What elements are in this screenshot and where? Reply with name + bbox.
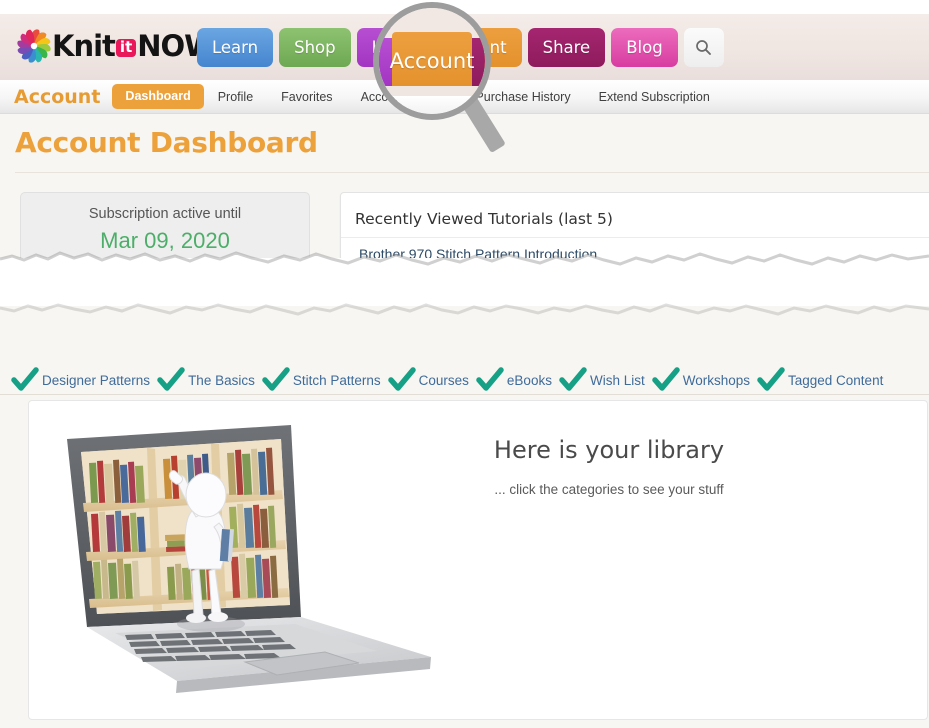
nav-share-button[interactable]: Share: [527, 28, 606, 67]
subnav-title: Account: [14, 85, 101, 108]
account-subnav: Account Dashboard Profile Favorites Acco…: [0, 80, 929, 114]
subscription-label: Subscription active until: [88, 206, 242, 222]
nav-learn-button[interactable]: Learn: [197, 28, 274, 67]
check-mark-icon: [475, 365, 505, 395]
check-mark-icon: [558, 365, 588, 395]
category-label: The Basics: [188, 372, 255, 388]
check-mark-icon: [651, 365, 681, 395]
nav-blog-button[interactable]: Blog: [611, 28, 678, 67]
search-button[interactable]: [683, 28, 724, 67]
subnav-item-extend-subscription[interactable]: Extend Subscription: [585, 90, 724, 104]
subscription-card: Subscription active until Mar 09, 2020 E…: [20, 192, 310, 312]
check-mark-icon: [261, 365, 291, 395]
subnav-item-purchase-history[interactable]: Purchase History: [461, 90, 584, 104]
search-icon: [695, 39, 712, 56]
category-link-stitch-patterns[interactable]: Stitch Patterns: [261, 365, 381, 395]
category-link-courses[interactable]: Courses: [387, 365, 469, 395]
library-panel: Here is your library ... click the categ…: [28, 400, 928, 720]
subnav-item-profile[interactable]: Profile: [204, 90, 267, 104]
library-message: Here is your library ... click the categ…: [459, 436, 759, 497]
category-link-tagged-content[interactable]: Tagged Content: [756, 365, 883, 395]
tutorial-list-item[interactable]: Brother 970 Stitch Pattern Introduction: [341, 238, 929, 270]
page-title: Account Dashboard: [15, 126, 318, 159]
category-label: eBooks: [506, 372, 552, 388]
check-mark-icon: [156, 365, 186, 395]
logo-wordmark: Knit it NOW: [52, 29, 216, 63]
check-mark-icon: [387, 365, 417, 395]
library-subtitle: ... click the categories to see your stu…: [494, 482, 724, 497]
nav-account-button[interactable]: Account: [424, 28, 522, 67]
pinwheel-logo-icon: [14, 26, 54, 66]
category-label: Tagged Content: [788, 372, 884, 388]
subnav-item-dashboard[interactable]: Dashboard: [112, 84, 204, 109]
category-link-ebooks[interactable]: eBooks: [475, 365, 552, 395]
category-link-wish-list[interactable]: Wish List: [558, 365, 645, 395]
category-link-the-basics[interactable]: The Basics: [156, 365, 255, 395]
logo-it-badge: it: [115, 38, 137, 57]
title-divider: [15, 172, 929, 173]
category-link-workshops[interactable]: Workshops: [651, 365, 750, 395]
subscription-expiry-date: Mar 09, 2020: [100, 228, 230, 253]
category-label: Stitch Patterns: [292, 372, 381, 388]
check-mark-icon: [756, 365, 786, 395]
site-logo[interactable]: Knit it NOW: [14, 24, 216, 68]
nav-knit-button[interactable]: Knit: [356, 28, 419, 67]
top-white-strip: [0, 0, 929, 14]
laptop-bookshelf-illustration: [59, 419, 439, 709]
library-category-links: Designer Patterns The Basics Stitch Patt…: [10, 366, 920, 394]
library-title: Here is your library: [493, 436, 725, 464]
check-mark-icon: [10, 365, 40, 395]
recently-viewed-tutorials-card: Recently Viewed Tutorials (last 5) Broth…: [340, 192, 929, 332]
category-label: Workshops: [682, 372, 750, 388]
nav-shop-button[interactable]: Shop: [279, 28, 351, 67]
main-navigation: Learn Shop Knit Account Share Blog: [197, 28, 724, 67]
tutorials-heading: Recently Viewed Tutorials (last 5): [341, 193, 929, 238]
account-dashboard-page: Knit it NOW Learn Shop Knit Account Share …: [0, 0, 929, 728]
subnav-item-account-details[interactable]: Account Details: [347, 90, 462, 104]
category-label: Designer Patterns: [42, 372, 151, 388]
subnav-item-favorites[interactable]: Favorites: [267, 90, 346, 104]
extend-subscription-button[interactable]: Extend Your Subscription: [31, 266, 299, 296]
category-label: Courses: [418, 372, 469, 388]
category-link-designer-patterns[interactable]: Designer Patterns: [10, 365, 150, 395]
category-label: Wish List: [589, 372, 645, 388]
logo-knit: Knit: [52, 29, 116, 63]
